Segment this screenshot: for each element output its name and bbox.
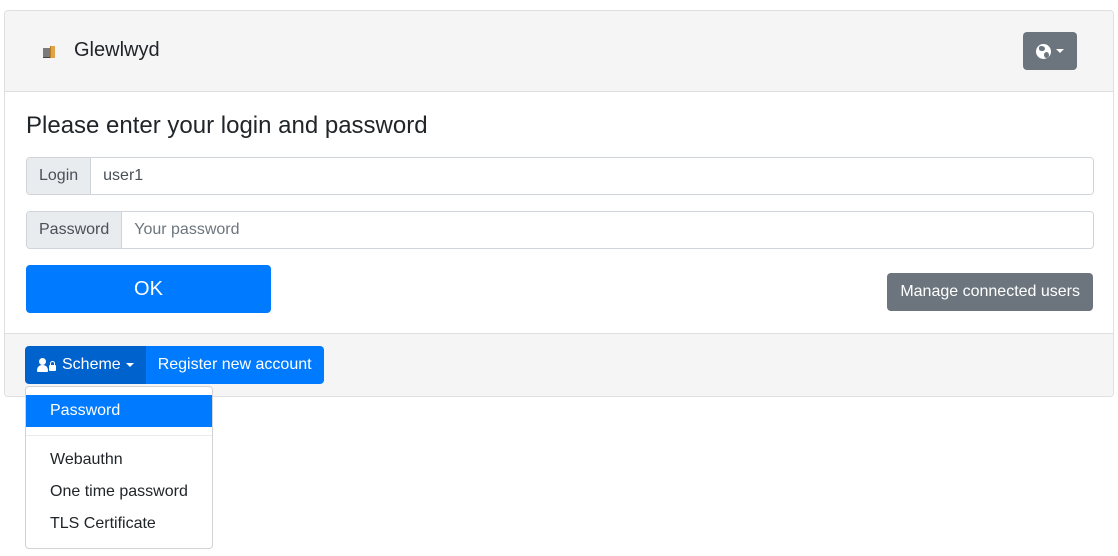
language-dropdown-button[interactable] [1023,32,1077,70]
door-icon [41,44,57,60]
ok-button[interactable]: OK [26,265,271,313]
scheme-option-password[interactable]: Password [26,395,212,427]
scheme-option-webauthn[interactable]: Webauthn [26,444,212,476]
brand-name: Glewlwyd [74,39,160,61]
caret-down-icon [125,363,134,367]
card-body: Please enter your login and password Log… [5,92,1113,334]
scheme-dropdown-button[interactable]: Scheme [25,346,146,384]
caret-down-icon [1056,49,1064,53]
manage-connected-users-button[interactable]: Manage connected users [887,273,1093,311]
password-input[interactable] [122,212,1093,248]
user-lock-icon [37,358,57,372]
scheme-option-otp[interactable]: One time password [26,476,212,508]
login-input[interactable] [91,158,1093,194]
dropdown-divider [26,435,212,436]
scheme-label: Scheme [62,356,121,373]
login-card: Glewlwyd Please enter your login and pas… [4,10,1114,397]
card-header: Glewlwyd [5,11,1113,92]
password-label: Password [27,212,123,248]
register-new-account-button[interactable]: Register new account [145,346,324,384]
footer-button-group: Scheme Register new account [25,346,324,384]
scheme-dropdown-menu: Password Webauthn One time password TLS … [25,386,213,549]
login-input-group: Login [26,157,1094,195]
brand: Glewlwyd [41,39,160,62]
scheme-option-tls-certificate[interactable]: TLS Certificate [26,508,212,540]
login-label: Login [27,158,92,194]
password-input-group: Password [26,211,1094,249]
globe-icon [1036,43,1051,59]
page-title: Please enter your login and password [26,112,428,139]
